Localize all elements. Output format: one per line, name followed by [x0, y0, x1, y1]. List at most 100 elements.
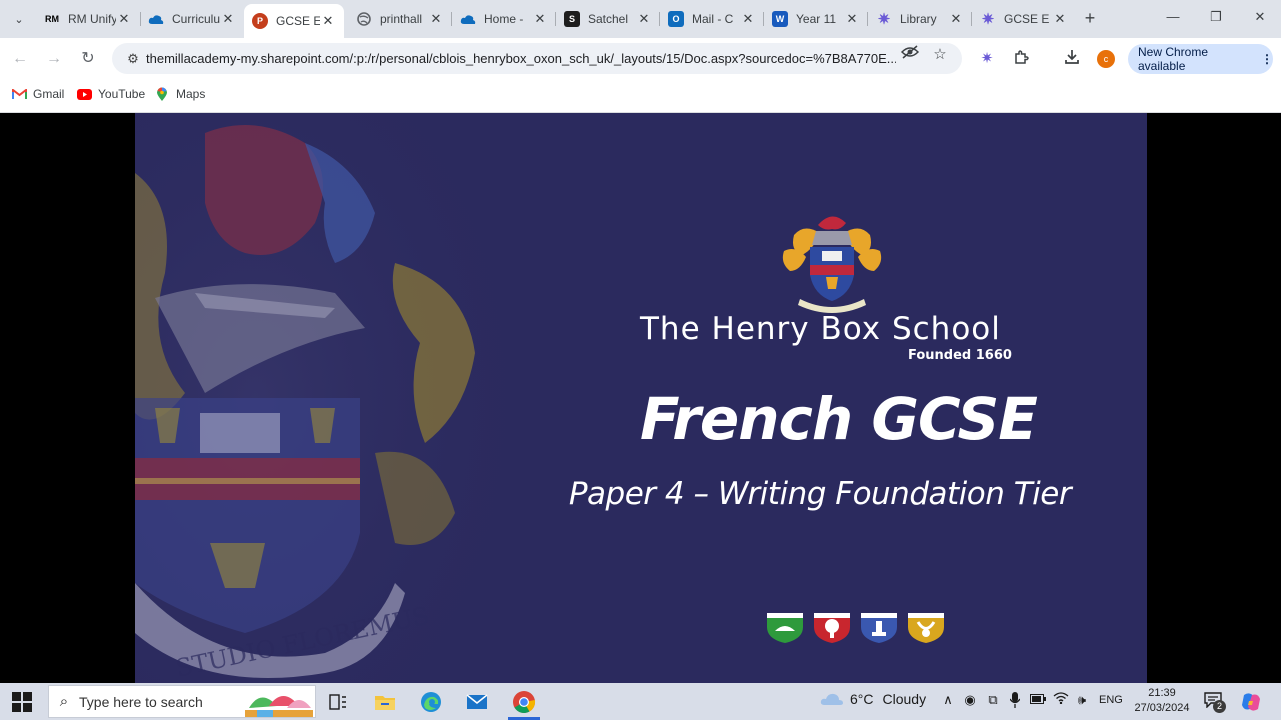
reload-button[interactable]: ↻: [77, 48, 99, 70]
restore-button[interactable]: ❐: [1206, 9, 1226, 25]
tab-satchel[interactable]: S Satchel ✕: [556, 6, 660, 32]
bookmark-gmail[interactable]: Gmail: [11, 87, 64, 101]
school-founded: Founded 1660: [908, 348, 1012, 363]
new-tab-button[interactable]: +: [1080, 8, 1100, 28]
arrow-right-icon: →: [46, 50, 62, 67]
satchel-icon: S: [564, 11, 580, 27]
blue-house-shield-icon: [861, 613, 897, 643]
mail-icon: [466, 694, 488, 709]
globe-icon: [356, 11, 372, 27]
tab-library[interactable]: ✷ Library ✕: [868, 6, 972, 32]
new-chrome-available-button[interactable]: New Chrome available ⋮: [1128, 44, 1273, 74]
copilot-icon[interactable]: [1240, 691, 1262, 713]
volume-icon[interactable]: 🕪: [1073, 692, 1091, 708]
folder-icon: [375, 696, 395, 710]
close-icon: ✕: [1254, 9, 1266, 24]
close-icon[interactable]: ✕: [116, 11, 132, 27]
battery-icon[interactable]: [1029, 692, 1047, 707]
download-icon[interactable]: [1062, 49, 1082, 69]
taskbar-search-box[interactable]: ⌕ Type here to search: [48, 685, 316, 718]
slide-title: French GCSE: [640, 385, 1038, 453]
tab-mail[interactable]: O Mail - C ✕: [660, 6, 764, 32]
edge-icon: [421, 692, 441, 712]
bookmarks-bar: Gmail YouTube Maps: [0, 80, 1281, 113]
back-button[interactable]: ←: [9, 48, 31, 70]
microphone-icon[interactable]: [1006, 692, 1024, 711]
word-icon: W: [772, 11, 788, 27]
tab-rm-unify[interactable]: RM RM Unify ✕: [36, 6, 140, 32]
bookmark-youtube[interactable]: YouTube: [76, 87, 145, 101]
windows-start-icon[interactable]: [12, 692, 32, 712]
slide[interactable]: STUDIO FLOREMUS The Henry Box School Fou…: [135, 113, 1147, 683]
extension-library-icon[interactable]: ✷: [977, 49, 997, 69]
powerpoint-icon: P: [252, 13, 268, 29]
house-shields-logos: [767, 613, 944, 643]
wifi-icon[interactable]: [1052, 692, 1070, 707]
search-highlight-art-icon: [245, 696, 313, 717]
library-icon: ✷: [877, 11, 891, 28]
tab-printhall[interactable]: printhall ✕: [348, 6, 452, 32]
close-icon[interactable]: ✕: [636, 11, 652, 27]
input-language-indicator[interactable]: ENG: [1099, 694, 1123, 706]
address-bar[interactable]: ⚙ themillacademy-my.sharepoint.com/:p:/r…: [112, 43, 962, 74]
reload-icon: ↻: [81, 50, 95, 67]
tab-gcse-2[interactable]: ✷ GCSE E ✕: [972, 6, 1076, 32]
close-icon[interactable]: ✕: [844, 11, 860, 27]
onedrive-cloud-icon: [148, 11, 164, 27]
profile-avatar[interactable]: c: [1097, 50, 1115, 68]
eye-off-icon[interactable]: [900, 45, 920, 63]
forward-button[interactable]: →: [43, 48, 65, 70]
record-icon[interactable]: ◉: [961, 692, 979, 708]
file-explorer-button[interactable]: [372, 689, 398, 715]
tab-year-11[interactable]: W Year 11 ✕: [764, 6, 868, 32]
gmail-icon: [11, 87, 27, 101]
close-icon[interactable]: ✕: [532, 11, 548, 27]
maps-icon: [154, 87, 170, 101]
close-icon[interactable]: ✕: [740, 11, 756, 27]
meet-now-icon[interactable]: ⧉: [984, 692, 1002, 708]
url-text[interactable]: themillacademy-my.sharepoint.com/:p:/r/p…: [146, 51, 896, 66]
outlook-icon: O: [668, 11, 684, 27]
library-icon: ✷: [981, 11, 995, 28]
chevron-down-icon: ⌄: [14, 13, 24, 26]
tab-home[interactable]: Home - ✕: [452, 6, 556, 32]
bookmark-maps[interactable]: Maps: [154, 87, 205, 101]
green-house-shield-icon: [767, 613, 803, 643]
close-icon[interactable]: ✕: [428, 11, 444, 27]
chrome-browser-button[interactable]: [511, 689, 537, 715]
tab-search-button[interactable]: ⌄: [8, 8, 30, 30]
school-crest-logo: [782, 216, 882, 313]
close-icon[interactable]: ✕: [320, 13, 336, 29]
youtube-icon: [76, 87, 92, 101]
minimize-button[interactable]: —: [1163, 9, 1183, 24]
minimize-icon: —: [1166, 9, 1180, 24]
plus-icon: +: [1084, 8, 1096, 28]
browser-toolbar: ← → ↻ ⚙ themillacademy-my.sharepoint.com…: [0, 38, 1281, 80]
star-icon[interactable]: ☆: [931, 45, 949, 63]
slide-subtitle: Paper 4 – Writing Foundation Tier: [568, 476, 1072, 512]
tab-curriculum[interactable]: Curriculum ✕: [140, 6, 244, 32]
task-view-button[interactable]: [325, 689, 351, 715]
more-vertical-icon: ⋮: [1261, 52, 1273, 66]
presentation-viewport: STUDIO FLOREMUS The Henry Box School Fou…: [0, 113, 1281, 683]
red-house-shield-icon: [814, 613, 850, 643]
close-icon[interactable]: ✕: [1052, 11, 1068, 27]
extensions-puzzle-icon[interactable]: [1012, 49, 1032, 69]
tab-gcse-active[interactable]: P GCSE E ✕: [244, 4, 344, 38]
edge-browser-button[interactable]: [418, 689, 444, 715]
rm-icon: RM: [45, 14, 59, 24]
close-icon[interactable]: ✕: [948, 11, 964, 27]
restore-icon: ❐: [1210, 9, 1222, 24]
close-window-button[interactable]: ✕: [1250, 9, 1270, 25]
close-icon[interactable]: ✕: [220, 11, 236, 27]
cloud-icon: [820, 693, 843, 705]
notification-count-badge: 2: [1213, 700, 1226, 713]
site-settings-icon[interactable]: ⚙: [120, 51, 146, 67]
mail-app-button[interactable]: [464, 689, 490, 715]
show-hidden-icons-button[interactable]: ∧: [939, 692, 957, 708]
onedrive-cloud-icon: [460, 11, 476, 27]
system-clock[interactable]: 21:39 27/03/2024: [1133, 686, 1191, 716]
arrow-left-icon: ←: [12, 50, 28, 67]
weather-widget[interactable]: 6°C Cloudy: [820, 691, 926, 707]
windows-taskbar: ⌕ Type here to search 6°C Cloudy ∧ ◉ ⧉ 🕪…: [0, 683, 1281, 720]
